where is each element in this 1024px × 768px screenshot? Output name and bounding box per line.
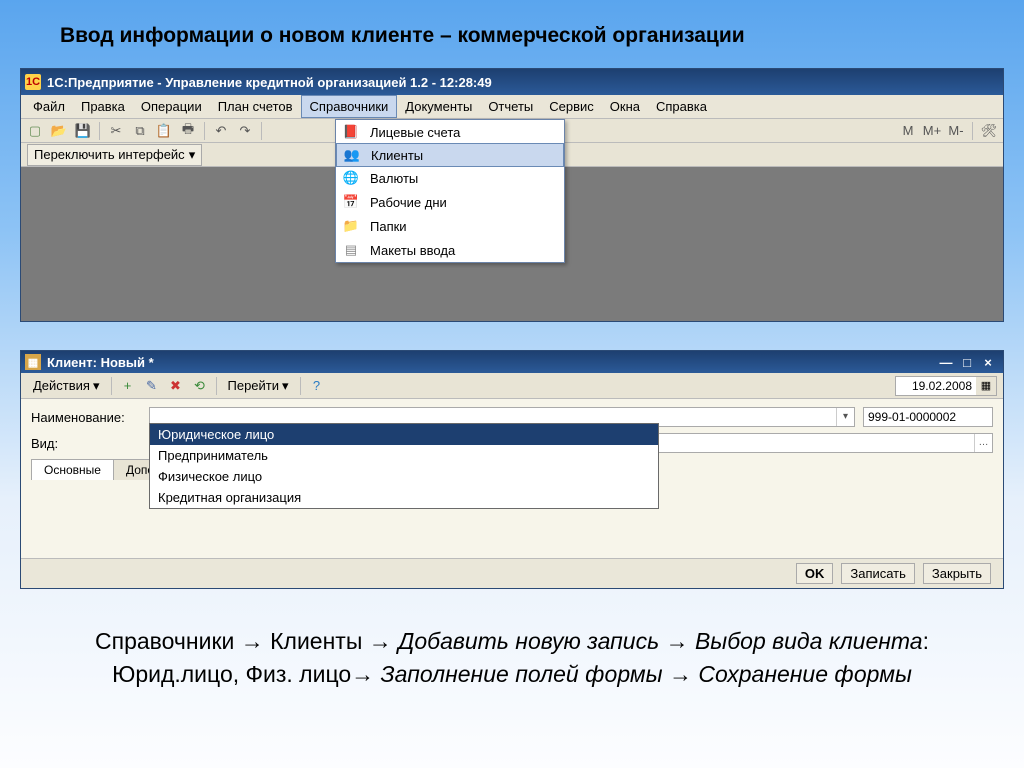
name-dropdown-icon[interactable]: ▾ [836,408,854,426]
menu-refs[interactable]: Справочники [301,95,398,118]
menu-reports[interactable]: Отчеты [480,96,541,117]
layout-icon: ▤ [342,241,360,259]
vid-opt-credit-org[interactable]: Кредитная организация [150,487,658,508]
menu-windows[interactable]: Окна [602,96,648,117]
title-text: 1С:Предприятие - Управление кредитной ор… [47,75,492,90]
dd-item-layouts[interactable]: ▤ Макеты ввода [336,238,564,262]
book-icon: 📕 [342,123,360,141]
close-button[interactable]: × [979,354,997,370]
vid-lookup-icon[interactable]: … [974,434,992,452]
menu-edit[interactable]: Правка [73,96,133,117]
save-icon[interactable]: 💾 [72,121,94,141]
calc-icon[interactable]: M+ [921,121,943,141]
menu-docs[interactable]: Документы [397,96,480,117]
workspace: 📕 Лицевые счета 👥 Клиенты 🌐 Валюты 📅 Раб… [21,167,1003,321]
redo-icon[interactable]: ↷ [234,121,256,141]
chevron-down-icon: ▾ [93,378,100,394]
vid-label: Вид: [31,436,141,451]
menu-help[interactable]: Справка [648,96,715,117]
menu-operations[interactable]: Операции [133,96,210,117]
ok-button[interactable]: OK [796,563,834,584]
calendar-icon[interactable]: ▦ [976,377,996,395]
add-icon[interactable]: + [117,376,139,396]
window-title: 1C 1С:Предприятие - Управление кредитной… [21,69,1003,95]
help-icon[interactable]: ? [306,376,328,396]
slide-title: Ввод информации о новом клиенте – коммер… [0,0,1024,60]
minimize-button[interactable]: — [937,354,955,370]
vid-dropdown: Юридическое лицо Предприниматель Физичес… [149,423,659,509]
menubar: Файл Правка Операции План счетов Справоч… [21,95,1003,119]
vid-opt-legal[interactable]: Юридическое лицо [150,424,658,445]
dd-item-clients[interactable]: 👥 Клиенты [336,143,564,167]
globe-icon: 🌐 [342,169,360,187]
paste-icon[interactable]: 📋 [153,121,175,141]
chevron-down-icon: ▾ [189,147,196,163]
form-footer: OK Записать Закрыть [21,558,1003,588]
tab-main[interactable]: Основные [31,459,114,480]
goto-button[interactable]: Перейти ▾ [222,376,295,396]
dd-item-accounts[interactable]: 📕 Лицевые счета [336,120,564,144]
code-field[interactable]: 999-01-0000002 [863,407,993,427]
name-label: Наименование: [31,410,141,425]
refresh-icon[interactable]: ⟲ [189,376,211,396]
dd-item-folders[interactable]: 📁 Папки [336,214,564,238]
save-button[interactable]: Записать [841,563,915,584]
mem-icon[interactable]: M- [945,121,967,141]
menu-service[interactable]: Сервис [541,96,602,117]
calendar-icon: 📅 [342,193,360,211]
new-icon[interactable]: ▢ [24,121,46,141]
vid-opt-entrepreneur[interactable]: Предприниматель [150,445,658,466]
vid-opt-individual[interactable]: Физическое лицо [150,466,658,487]
chevron-down-icon: ▾ [282,378,289,394]
dd-item-workdays[interactable]: 📅 Рабочие дни [336,190,564,214]
form-body: Наименование: ▾ 999-01-0000002 Вид: … Ос… [21,399,1003,558]
mark-icon[interactable]: ✖ [165,376,187,396]
menu-chart[interactable]: План счетов [210,96,301,117]
form-toolbar: Действия ▾ + ✎ ✖ ⟲ Перейти ▾ ? ▦ [21,373,1003,399]
date-field[interactable]: ▦ [895,376,997,396]
copy-icon[interactable]: ⧉ [129,121,151,141]
refs-dropdown: 📕 Лицевые счета 👥 Клиенты 🌐 Валюты 📅 Раб… [335,119,565,263]
edit-icon[interactable]: ✎ [141,376,163,396]
slide-caption: Справочники → Клиенты → Добавить новую з… [0,625,1024,692]
tools-icon[interactable]: 🛠 [978,121,1000,141]
app-window-1c: 1C 1С:Предприятие - Управление кредитной… [20,68,1004,322]
maximize-button[interactable]: □ [958,354,976,370]
dd-item-currencies[interactable]: 🌐 Валюты [336,166,564,190]
menu-file[interactable]: Файл [25,96,73,117]
people-icon: 👥 [343,146,361,164]
close-form-button[interactable]: Закрыть [923,563,991,584]
form-icon: ▦ [25,354,41,370]
print-icon[interactable]: 🖶 [177,121,199,141]
undo-icon[interactable]: ↶ [210,121,232,141]
form-title: ▦ Клиент: Новый * — □ × [21,351,1003,373]
cut-icon[interactable]: ✂ [105,121,127,141]
find-icon[interactable]: M [897,121,919,141]
folder-icon: 📁 [342,217,360,235]
client-form-window: ▦ Клиент: Новый * — □ × Действия ▾ + ✎ ✖… [20,350,1004,589]
app-icon: 1C [25,74,41,90]
actions-button[interactable]: Действия ▾ [27,376,106,396]
switch-interface-button[interactable]: Переключить интерфейс ▾ [27,144,202,166]
date-input[interactable] [896,377,976,395]
open-icon[interactable]: 📂 [48,121,70,141]
